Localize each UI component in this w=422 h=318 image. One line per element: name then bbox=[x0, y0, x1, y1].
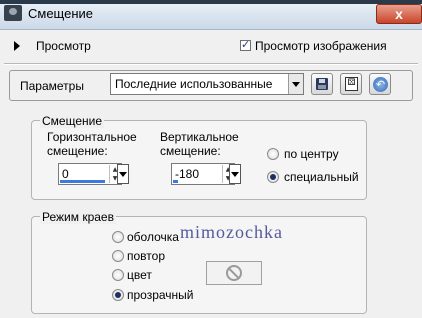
radio-wrap-label: оболочка bbox=[127, 230, 179, 244]
watermark-text: mimozochka bbox=[180, 222, 283, 242]
vertical-offset-value: -180 bbox=[175, 167, 200, 181]
horizontal-label-line2: смещение: bbox=[47, 144, 108, 158]
radio-center-label: по центру bbox=[284, 147, 339, 161]
preview-image-checkbox[interactable] bbox=[240, 38, 251, 51]
app-icon bbox=[4, 5, 22, 21]
preview-toggle-label[interactable]: Просмотр bbox=[36, 39, 91, 53]
horizontal-offset-slider[interactable] bbox=[60, 180, 105, 183]
horizontal-offset-value: 0 bbox=[62, 167, 69, 181]
edge-mode-group-title: Режим краев bbox=[40, 210, 116, 224]
vertical-offset-slider[interactable] bbox=[173, 180, 178, 183]
window-title: Смещение bbox=[28, 6, 94, 21]
radio-center[interactable] bbox=[267, 148, 279, 160]
radio-repeat[interactable] bbox=[112, 250, 124, 262]
close-button[interactable]: x bbox=[376, 4, 422, 24]
save-preset-button[interactable] bbox=[311, 73, 333, 95]
horizontal-offset-input[interactable]: 0 ▲ ▼ bbox=[58, 163, 122, 185]
preset-select-value: Последние использованные bbox=[115, 77, 273, 91]
vertical-dropdown-button[interactable] bbox=[229, 164, 241, 184]
offset-group-title: Смещение bbox=[40, 114, 105, 128]
radio-repeat-label: повтор bbox=[127, 249, 165, 263]
radio-transparent-label: прозрачный bbox=[127, 288, 194, 302]
radio-custom[interactable] bbox=[267, 171, 279, 183]
radio-transparent[interactable] bbox=[112, 289, 124, 301]
radio-color-label: цвет bbox=[127, 268, 152, 282]
params-label: Параметры bbox=[20, 79, 84, 93]
radio-color[interactable] bbox=[112, 269, 124, 281]
separator bbox=[4, 63, 418, 65]
vertical-label-line1: Вертикальное bbox=[160, 130, 239, 144]
dice-icon: ⚄ bbox=[345, 77, 358, 91]
horizontal-dropdown-button[interactable] bbox=[117, 164, 129, 184]
horizontal-label-line1: Горизонтальное bbox=[47, 130, 137, 144]
preview-image-label: Просмотр изображения bbox=[255, 39, 387, 53]
radio-custom-label: специальный bbox=[284, 170, 359, 184]
reset-button[interactable]: ↶ bbox=[369, 73, 391, 95]
reset-icon: ↶ bbox=[373, 77, 388, 92]
vertical-label-line2: смещение: bbox=[160, 144, 221, 158]
save-icon bbox=[316, 78, 328, 90]
radio-wrap[interactable] bbox=[112, 231, 124, 243]
chevron-down-icon[interactable] bbox=[288, 74, 303, 94]
randomize-button[interactable]: ⚄ bbox=[340, 73, 362, 95]
expand-triangle-icon[interactable] bbox=[14, 41, 20, 51]
vertical-offset-input[interactable]: -180 ▲ ▼ bbox=[171, 163, 235, 185]
no-color-icon bbox=[226, 265, 242, 281]
